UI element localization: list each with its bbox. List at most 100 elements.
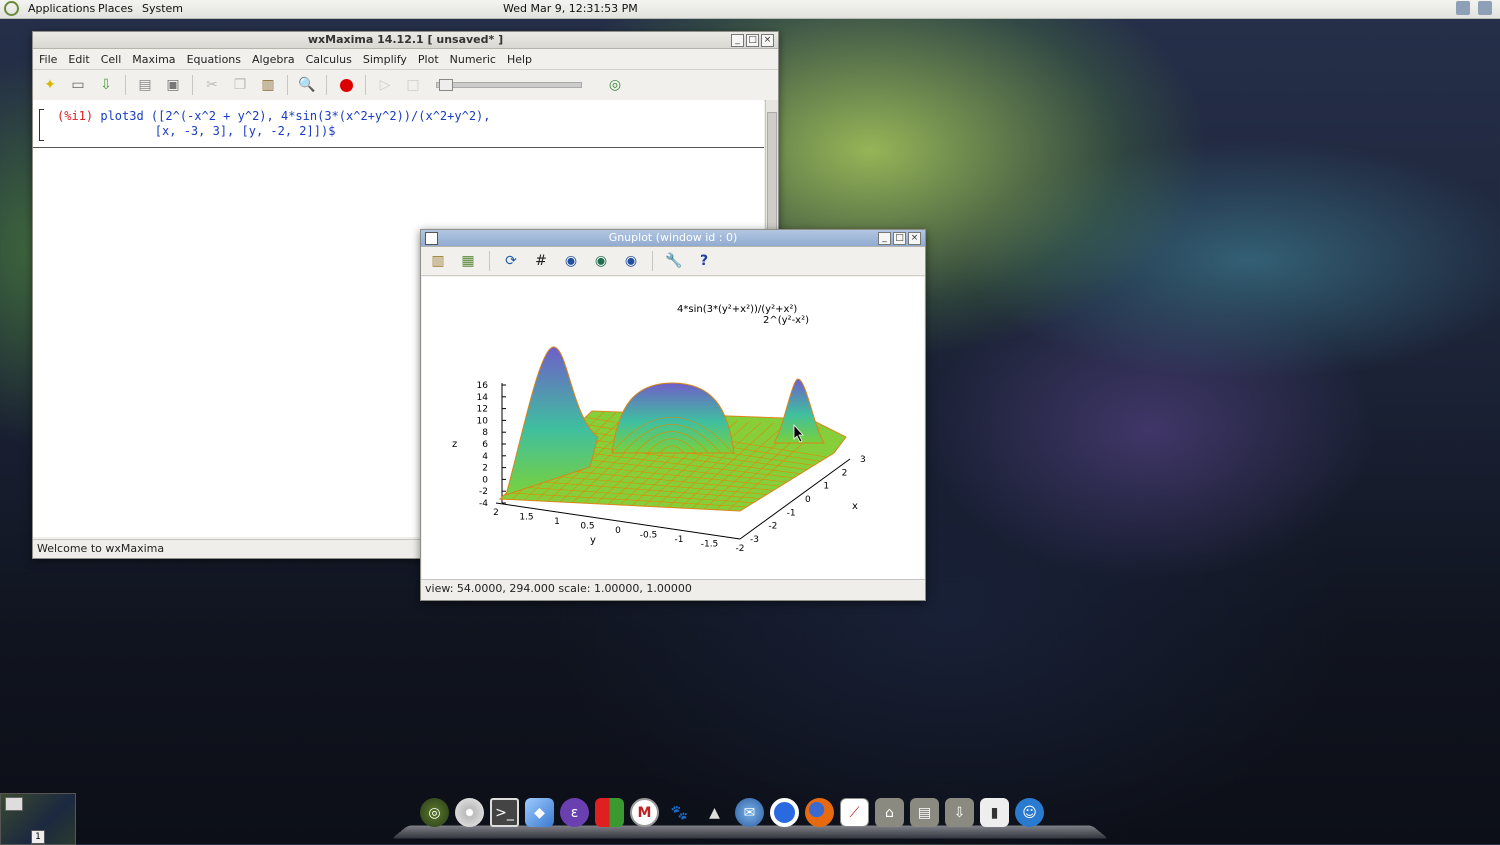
plot-canvas[interactable]: 4*sin(3*(y²+x²))/(y²+x²) 2^(y²-x²) 16 14 1… [422, 277, 924, 579]
volume-icon[interactable] [1456, 1, 1470, 15]
y-tick-label: 1 [554, 517, 560, 527]
wxmaxima-titlebar[interactable]: wxMaxima 14.12.1 [ unsaved* ] _ □ × [33, 32, 778, 49]
y-tick-label: 0.5 [580, 522, 594, 532]
z-tick-label: -4 [479, 499, 488, 509]
accessibility-icon[interactable]: ☺ [1015, 798, 1044, 827]
distro-logo-icon[interactable] [4, 1, 19, 16]
maximize-button[interactable]: □ [893, 232, 906, 245]
play-animation-icon[interactable]: ▷ [376, 76, 394, 94]
z-tick-label: 10 [477, 416, 489, 426]
paste-icon[interactable]: ▥ [259, 76, 277, 94]
preferences-icon[interactable]: ▣ [164, 76, 182, 94]
network-icon[interactable] [1478, 1, 1492, 15]
z-tick-label: 6 [482, 440, 488, 450]
system-menu[interactable]: System [142, 2, 183, 15]
y-tick-label: -1.5 [701, 540, 719, 550]
downloads-folder-icon[interactable]: ⇩ [945, 798, 974, 827]
places-menu[interactable]: Places [98, 2, 133, 15]
y-tick-label: -1 [675, 535, 684, 545]
emacs-icon[interactable]: ε [560, 798, 589, 827]
stop-animation-icon[interactable]: □ [404, 76, 422, 94]
gimp-icon[interactable]: 🐾 [665, 798, 694, 827]
menu-calculus[interactable]: Calculus [306, 53, 352, 66]
help-icon[interactable]: ? [695, 252, 713, 270]
help-lifebuoy-icon[interactable]: ◎ [606, 76, 624, 94]
input-line-1[interactable]: plot3d ([2^(-x^2 + y^2), 4*sin(3*(x^2+y^… [100, 109, 490, 123]
menu-simplify[interactable]: Simplify [363, 53, 407, 66]
thunderbird-icon[interactable]: ✉ [735, 798, 764, 827]
maximize-button[interactable]: □ [746, 34, 759, 47]
export-icon[interactable]: ▦ [459, 252, 477, 270]
x-tick-label: 0 [805, 495, 811, 505]
gnuplot-statusbar: view: 54.0000, 294.000 scale: 1.00000, 1… [421, 579, 925, 600]
menu-edit[interactable]: Edit [68, 53, 89, 66]
disc-icon[interactable] [455, 798, 484, 827]
copy-clipboard-icon[interactable]: ▥ [429, 252, 447, 270]
x-axis-label: x [852, 501, 858, 512]
menu-cell[interactable]: Cell [101, 53, 122, 66]
y-tick-labels: 2 1.5 1 0.5 0 -0.5 -1 -1.5 -2 [493, 508, 744, 554]
maxima-icon[interactable]: M [630, 798, 659, 827]
cut-icon[interactable]: ✂ [203, 76, 221, 94]
menu-algebra[interactable]: Algebra [252, 53, 295, 66]
minimize-button[interactable]: _ [878, 232, 891, 245]
menu-file[interactable]: File [39, 53, 57, 66]
gnuplot-titlebar[interactable]: Gnuplot (window id : 0) _ □ × [421, 230, 925, 247]
firefox-icon[interactable] [805, 798, 834, 827]
y-tick-label: 0 [615, 526, 621, 536]
z-tick-label: -2 [479, 487, 488, 497]
y-tick-label: -2 [736, 544, 745, 554]
open-folder-icon[interactable]: ▭ [69, 76, 87, 94]
applications-menu[interactable]: Applications [28, 2, 95, 15]
gnuplot-window: Gnuplot (window id : 0) _ □ × ▥ ▦ ⟳ # ◉ … [420, 229, 926, 601]
grid-icon[interactable]: # [532, 252, 550, 270]
usb-drive-icon[interactable]: ▮ [980, 798, 1009, 827]
save-icon[interactable]: ⇩ [97, 76, 115, 94]
cell-separator [33, 147, 764, 148]
menu-equations[interactable]: Equations [187, 53, 241, 66]
z-tick-label: 8 [482, 428, 488, 438]
workspace-switcher[interactable]: 1 [0, 793, 76, 845]
x-tick-label: -3 [750, 535, 759, 545]
slider-handle[interactable] [439, 79, 453, 91]
zoom-next-icon[interactable]: ◉ [592, 252, 610, 270]
autoscale-icon[interactable]: ◉ [622, 252, 640, 270]
x-tick-label: -1 [787, 508, 796, 518]
minimize-button[interactable]: _ [731, 34, 744, 47]
scroll-thumb[interactable] [767, 112, 777, 244]
close-button[interactable]: × [761, 34, 774, 47]
x-tick-label: 1 [823, 482, 829, 492]
menu-help[interactable]: Help [507, 53, 532, 66]
clock[interactable]: Wed Mar 9, 12:31:53 PM [503, 2, 638, 15]
menu-numeric[interactable]: Numeric [450, 53, 496, 66]
key-entry-2: 2^(y²-x²) [763, 315, 809, 326]
menu-maxima[interactable]: Maxima [132, 53, 175, 66]
dock-shelf [391, 825, 1109, 839]
close-button[interactable]: × [908, 232, 921, 245]
x-tick-label: 3 [860, 455, 866, 465]
office-icon[interactable] [595, 798, 624, 827]
chrome-icon[interactable] [770, 798, 799, 827]
chart-icon[interactable]: ⟋ [840, 798, 869, 827]
new-file-icon[interactable]: ✦ [41, 76, 59, 94]
find-icon[interactable]: 🔍 [298, 76, 316, 94]
animation-slider[interactable] [436, 79, 582, 91]
copy-icon[interactable]: ❐ [231, 76, 249, 94]
terminal-icon[interactable]: >_ [490, 798, 519, 827]
menu-icon[interactable]: ◎ [420, 798, 449, 827]
replot-icon[interactable]: ⟳ [502, 252, 520, 270]
configure-icon[interactable]: 🔧 [665, 252, 683, 270]
inkscape-icon[interactable]: ▲ [700, 798, 729, 827]
surface-plot[interactable]: 4*sin(3*(y²+x²))/(y²+x²) 2^(y²-x²) 16141… [422, 277, 924, 579]
interrupt-icon[interactable] [337, 76, 355, 94]
box-icon[interactable]: ◆ [525, 798, 554, 827]
home-folder-icon[interactable]: ⌂ [875, 798, 904, 827]
input-line-2[interactable]: [x, -3, 3], [y, -2, 2]])$ [97, 124, 336, 138]
menu-plot[interactable]: Plot [418, 53, 439, 66]
cell-bracket[interactable] [39, 109, 44, 141]
y-axis-label: y [590, 535, 596, 546]
print-icon[interactable]: ▤ [136, 76, 154, 94]
documents-folder-icon[interactable]: ▤ [910, 798, 939, 827]
workspace-app-icon[interactable] [5, 797, 23, 811]
zoom-previous-icon[interactable]: ◉ [562, 252, 580, 270]
